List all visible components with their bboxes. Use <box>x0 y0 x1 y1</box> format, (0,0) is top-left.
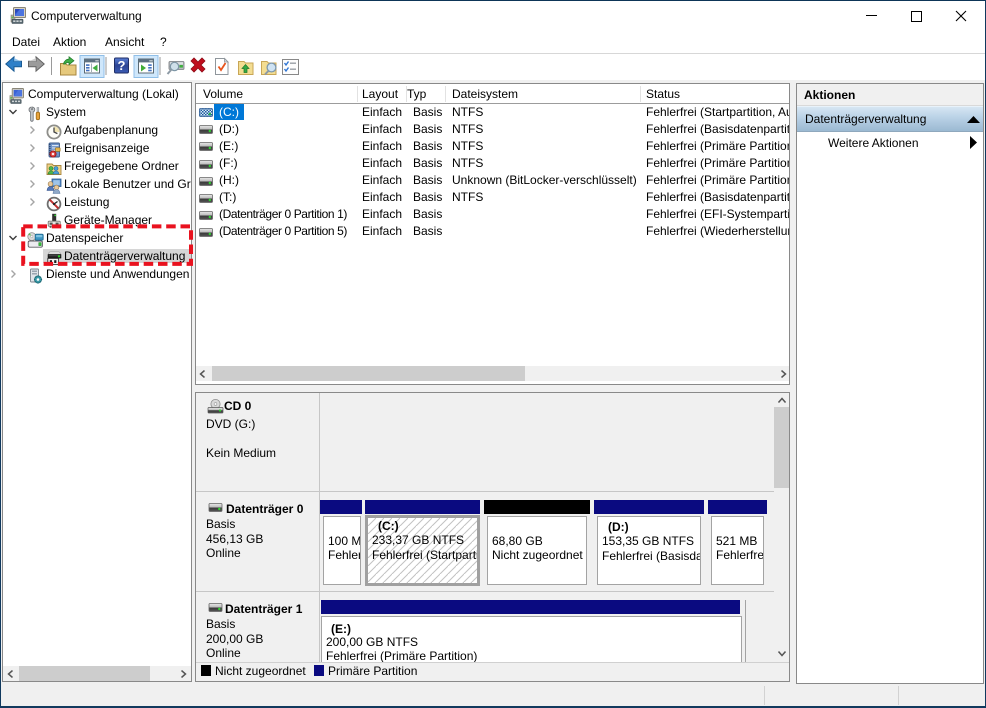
svg-text:?: ? <box>118 58 126 73</box>
